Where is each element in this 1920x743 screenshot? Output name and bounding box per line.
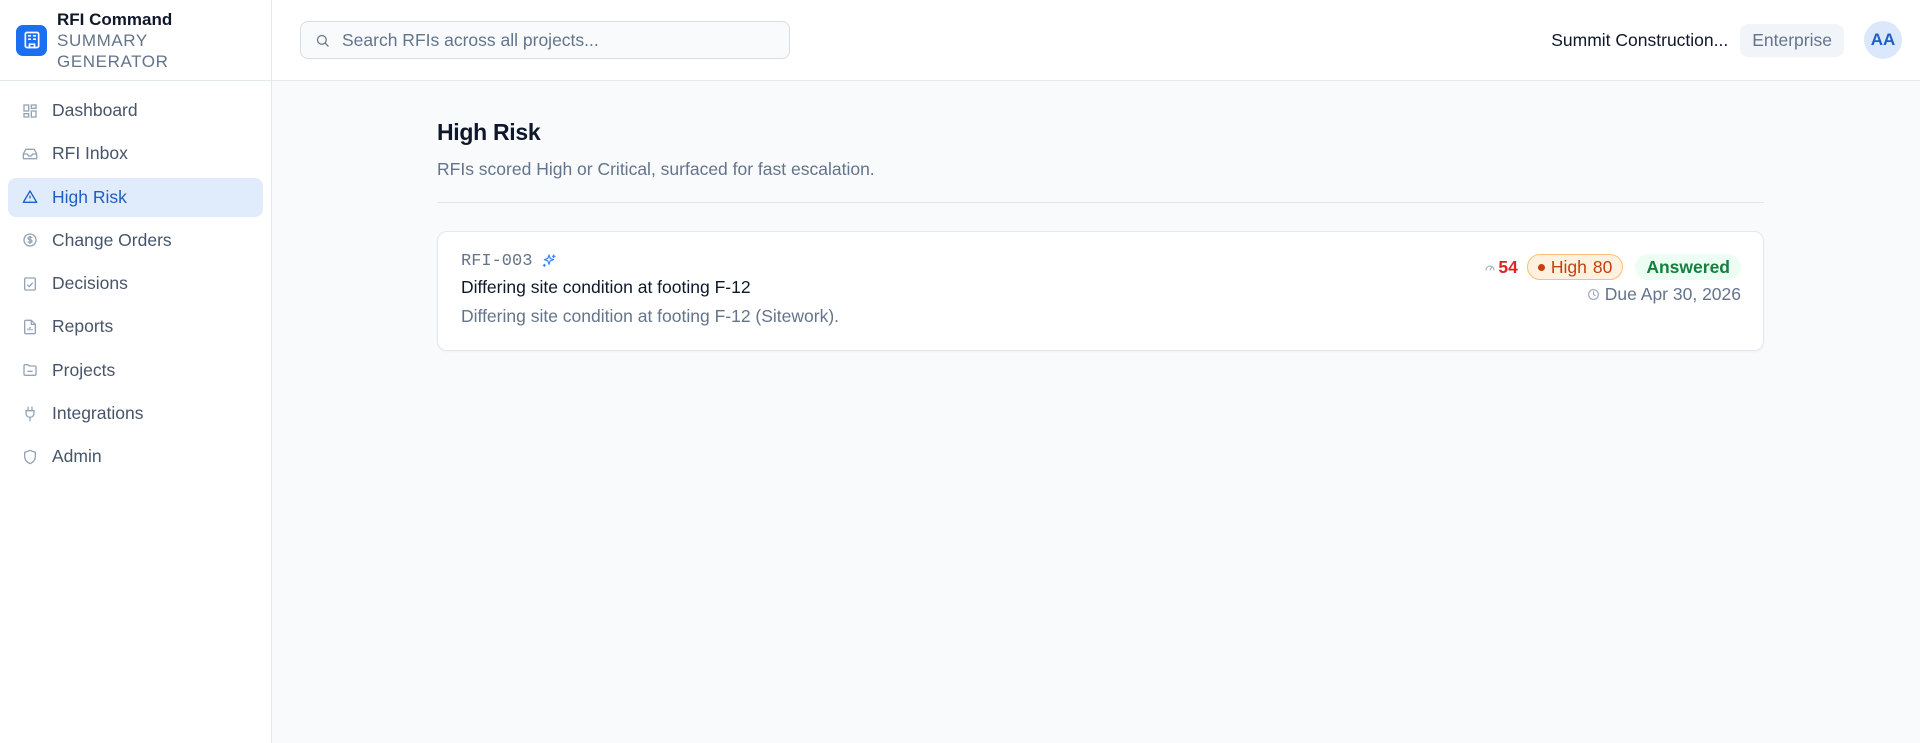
rfi-id: RFI-003 bbox=[461, 251, 533, 271]
search-icon bbox=[316, 34, 329, 47]
sparkle-icon bbox=[543, 254, 557, 267]
inbox-icon bbox=[22, 148, 38, 160]
sidebar-item-integrations[interactable]: Integrations bbox=[8, 394, 263, 433]
alert-triangle-icon bbox=[22, 190, 38, 204]
status-badge: Answered bbox=[1635, 254, 1741, 280]
top-header: Summit Construction... Enterprise AA bbox=[272, 0, 1920, 81]
sidebar-item-label: RFI Inbox bbox=[52, 143, 128, 164]
brand-subtitle-1: SUMMARY bbox=[57, 30, 148, 50]
sidebar-item-label: Integrations bbox=[52, 403, 144, 424]
search-input[interactable] bbox=[342, 29, 789, 51]
divider bbox=[437, 202, 1764, 203]
building-icon bbox=[16, 24, 47, 56]
sidebar-item-high-risk[interactable]: High Risk bbox=[8, 177, 263, 217]
due-date: Due Apr 30, 2026 bbox=[1587, 284, 1741, 305]
grid-icon bbox=[23, 103, 37, 118]
sidebar-item-change-orders[interactable]: Change Orders bbox=[8, 221, 263, 260]
page-title: High Risk bbox=[437, 119, 541, 145]
org-switcher[interactable]: Summit Construction... bbox=[1551, 30, 1728, 51]
sidebar-item-rfi-inbox[interactable]: RFI Inbox bbox=[8, 134, 263, 173]
sidebar-item-label: Admin bbox=[52, 446, 102, 467]
gauge-icon bbox=[1485, 265, 1495, 271]
sidebar-item-admin[interactable]: Admin bbox=[8, 437, 263, 476]
sidebar-item-label: High Risk bbox=[52, 186, 127, 207]
sidebar-nav: Dashboard RFI Inbox High Risk Change Ord… bbox=[0, 81, 271, 491]
plug-icon bbox=[25, 406, 35, 421]
sidebar-item-label: Reports bbox=[52, 316, 114, 337]
risk-badge: High 80 bbox=[1526, 254, 1624, 280]
due-date-text: Due Apr 30, 2026 bbox=[1604, 284, 1741, 304]
sidebar-item-label: Dashboard bbox=[52, 100, 138, 120]
rfi-score-value: 54 bbox=[1498, 256, 1518, 277]
sidebar-item-label: Change Orders bbox=[52, 229, 172, 250]
dollar-circle-icon bbox=[23, 233, 37, 248]
sidebar-item-dashboard[interactable]: Dashboard bbox=[8, 91, 263, 130]
plan-badge: Enterprise bbox=[1740, 23, 1844, 57]
sidebar-item-projects[interactable]: Projects bbox=[8, 351, 263, 390]
main-content: High Risk RFIs scored High or Critical, … bbox=[437, 81, 1764, 351]
page-subtitle: RFIs scored High or Critical, surfaced f… bbox=[437, 159, 875, 179]
rfi-description: Differing site condition at footing F-12… bbox=[461, 306, 840, 326]
risk-score: 80 bbox=[1592, 256, 1613, 277]
sidebar-item-reports[interactable]: Reports bbox=[8, 307, 263, 346]
avatar[interactable]: AA bbox=[1864, 21, 1902, 59]
rfi-card[interactable]: RFI-003 Differing site condition at foot… bbox=[437, 231, 1764, 351]
file-chart-icon bbox=[24, 319, 36, 335]
brand-subtitle-2: GENERATOR bbox=[57, 51, 169, 71]
rfi-score: 54 bbox=[1484, 256, 1518, 278]
clipboard-check-icon bbox=[24, 277, 36, 291]
brand-name: RFI Command bbox=[57, 9, 173, 29]
brand[interactable]: RFI Command SUMMARY GENERATOR bbox=[0, 0, 271, 81]
rfi-title: Differing site condition at footing F-12 bbox=[461, 277, 751, 297]
sidebar-item-label: Projects bbox=[52, 359, 116, 380]
risk-level: High bbox=[1550, 256, 1587, 277]
clock-icon bbox=[1587, 289, 1599, 300]
header-right: Summit Construction... Enterprise AA bbox=[1551, 21, 1902, 59]
folder-icon bbox=[23, 364, 37, 377]
sidebar-item-label: Decisions bbox=[52, 273, 128, 294]
sidebar-item-decisions[interactable]: Decisions bbox=[8, 264, 263, 303]
sidebar: RFI Command SUMMARY GENERATOR Dashboard … bbox=[0, 0, 272, 743]
risk-dot bbox=[1537, 263, 1545, 271]
shield-icon bbox=[24, 449, 36, 465]
search-box[interactable] bbox=[300, 21, 790, 59]
